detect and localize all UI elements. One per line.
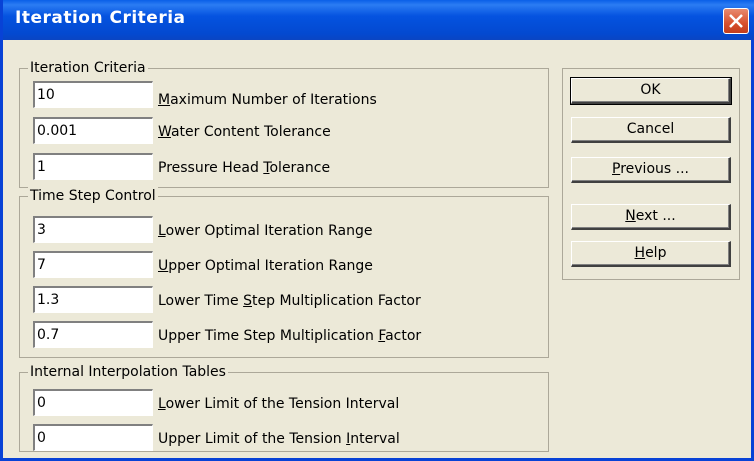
ok-button[interactable]: OK xyxy=(570,77,732,105)
upper-optimal-range-label: Upper Optimal Iteration Range xyxy=(158,258,373,274)
title-bar[interactable]: Iteration Criteria xyxy=(3,0,754,40)
tension-lower-limit-field[interactable] xyxy=(33,389,153,416)
pressure-head-tolerance-field[interactable] xyxy=(33,153,153,180)
group-title-timestep: Time Step Control xyxy=(28,187,158,205)
previous-button[interactable]: Previous ... xyxy=(571,157,731,183)
close-button[interactable] xyxy=(723,8,749,34)
lower-optimal-range-field[interactable] xyxy=(33,216,153,243)
window-title: Iteration Criteria xyxy=(15,8,186,28)
tension-upper-limit-label: Upper Limit of the Tension Interval xyxy=(158,431,400,447)
upper-step-factor-label: Upper Time Step Multiplication Factor xyxy=(158,328,422,344)
upper-step-factor-field[interactable] xyxy=(33,321,153,348)
lower-step-factor-field[interactable] xyxy=(33,286,153,313)
lower-step-factor-label: Lower Time Step Multiplication Factor xyxy=(158,293,421,309)
tension-lower-limit-label: Lower Limit of the Tension Interval xyxy=(158,396,400,412)
next-button[interactable]: Next ... xyxy=(571,204,731,230)
group-title-iteration: Iteration Criteria xyxy=(28,59,148,77)
dialog-window: Iteration Criteria Iteration Criteria Ma… xyxy=(0,0,754,461)
max-iterations-label: Maximum Number of Iterations xyxy=(158,92,377,108)
water-content-tolerance-label: Water Content Tolerance xyxy=(158,124,331,140)
help-button[interactable]: Help xyxy=(571,241,731,267)
water-content-tolerance-field[interactable] xyxy=(33,117,153,144)
tension-upper-limit-field[interactable] xyxy=(33,424,153,451)
cancel-button[interactable]: Cancel xyxy=(571,117,731,143)
upper-optimal-range-field[interactable] xyxy=(33,251,153,278)
lower-optimal-range-label: Lower Optimal Iteration Range xyxy=(158,223,373,239)
pressure-head-tolerance-label: Pressure Head Tolerance xyxy=(158,160,331,176)
close-icon xyxy=(729,14,743,28)
max-iterations-field[interactable] xyxy=(33,81,153,108)
group-title-interp: Internal Interpolation Tables xyxy=(28,363,228,381)
